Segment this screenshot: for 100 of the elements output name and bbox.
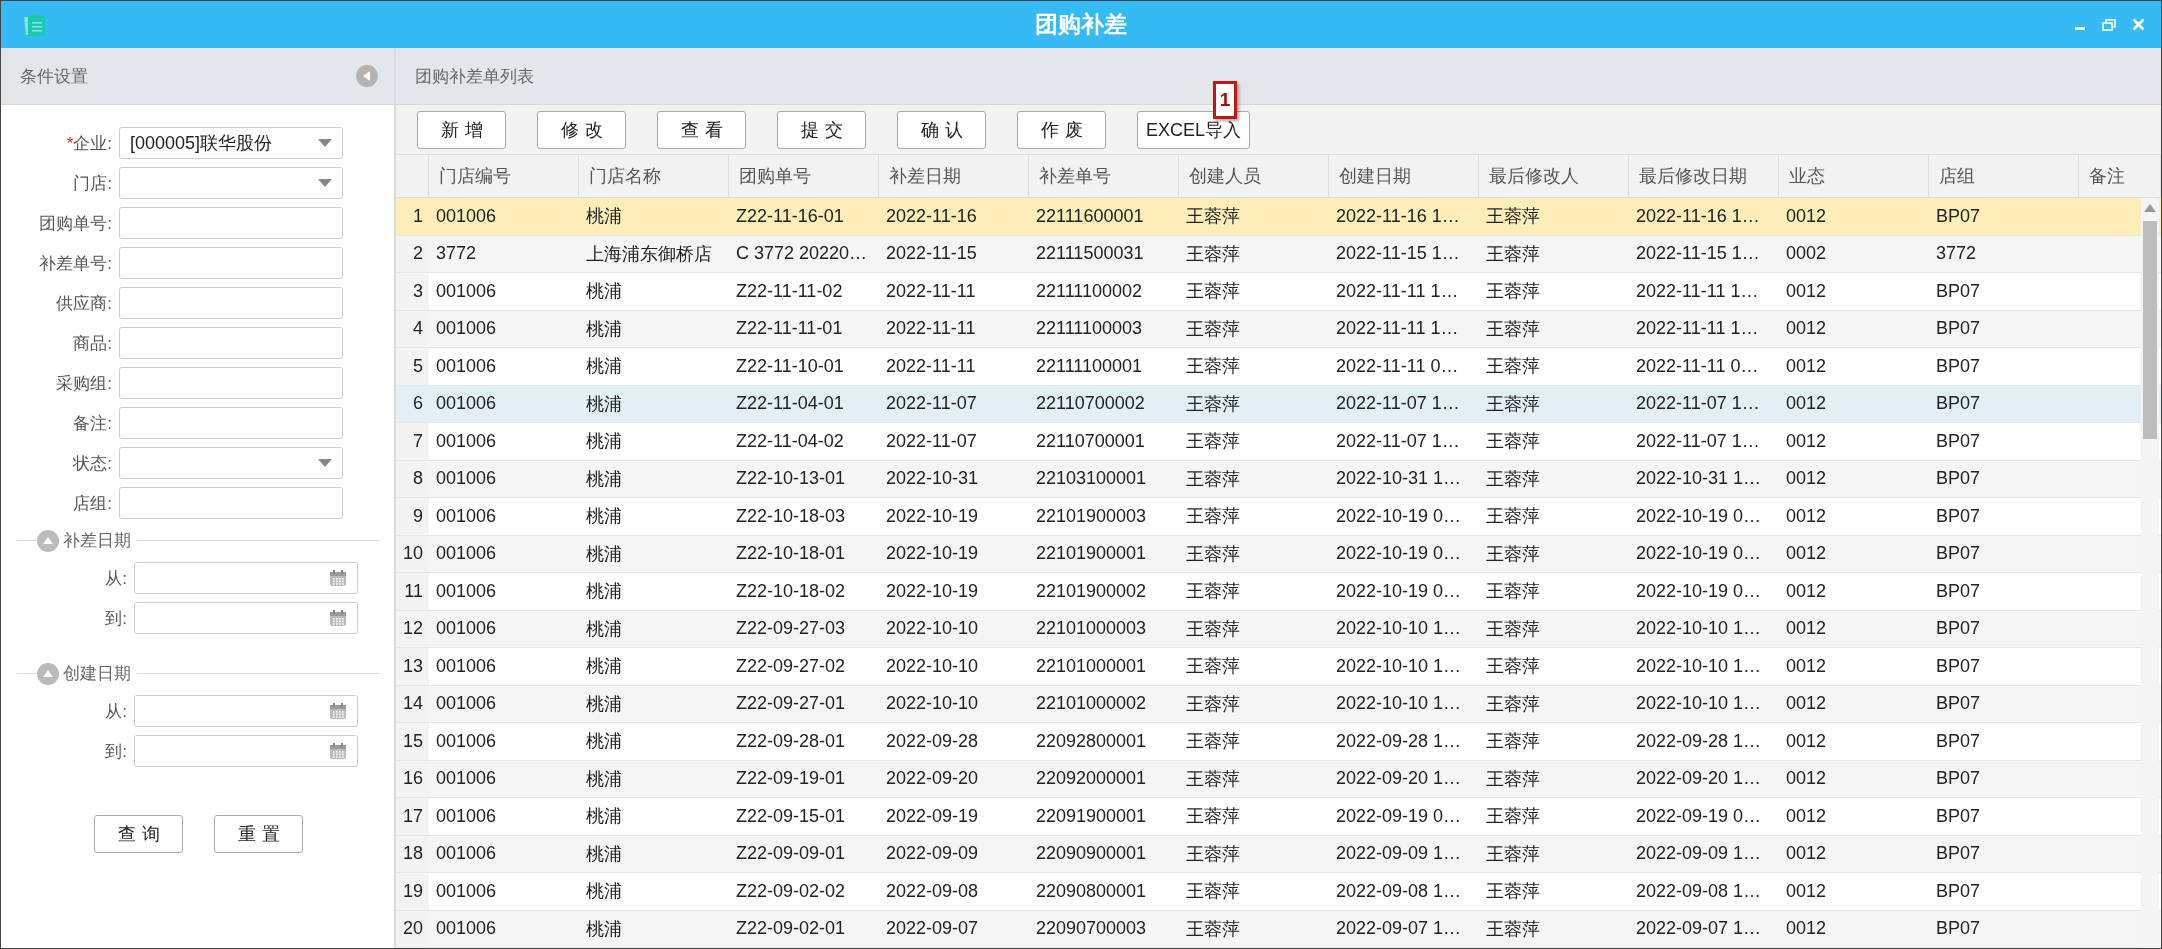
table-cell: Z22-09-28-01 <box>729 723 879 761</box>
table-cell: 桃浦 <box>579 310 729 348</box>
table-row[interactable]: 8 001006 桃浦 Z22-10-13-01 2022-10-31 22103100001 王蓉萍 2022-10-31 1… 王蓉萍 2022-10-31 1… 0012 BP07 <box>396 460 2161 498</box>
toolbar-button[interactable]: 新增 <box>417 110 506 149</box>
scrollbar[interactable] <box>2141 198 2159 948</box>
column-header[interactable]: 业态 <box>1779 155 1929 198</box>
table-cell: 桃浦 <box>579 610 729 648</box>
toolbar-button[interactable]: 作废 <box>1017 110 1106 149</box>
toolbar-button[interactable]: 查看 <box>657 110 746 149</box>
table-cell: 22101900001 <box>1029 535 1179 573</box>
field-label: 门店: <box>72 172 113 195</box>
table-cell: 王蓉萍 <box>1479 610 1629 648</box>
table-cell: 桃浦 <box>579 535 729 573</box>
restore-icon[interactable] <box>2102 18 2116 31</box>
toolbar-button[interactable]: 确认 <box>897 110 986 149</box>
table-cell: BP07 <box>1929 460 2079 498</box>
dropdown-caret-icon[interactable] <box>318 139 332 147</box>
scroll-thumb[interactable] <box>2143 221 2157 439</box>
column-header[interactable]: 门店编号 <box>429 155 579 198</box>
table-row[interactable]: 12 001006 桃浦 Z22-09-27-03 2022-10-10 22101000003 王蓉萍 2022-10-10 1… 王蓉萍 2022-10-10 1… 0012 BP07 <box>396 610 2161 648</box>
field-label: 补差单号: <box>38 252 113 275</box>
table-cell: 2022-09-08 <box>879 873 1029 911</box>
table-row[interactable]: 6 001006 桃浦 Z22-11-04-01 2022-11-07 22110700002 王蓉萍 2022-11-07 1… 王蓉萍 2022-11-07 1… 0012 BP07 <box>396 385 2161 423</box>
table-cell: 王蓉萍 <box>1179 460 1329 498</box>
collapse-left-icon[interactable] <box>356 65 378 87</box>
table-cell: Z22-11-11-02 <box>729 273 879 311</box>
toolbar-button[interactable]: EXCEL导入 <box>1137 110 1251 149</box>
dropdown-caret-icon[interactable] <box>318 459 332 467</box>
collapse-up-icon[interactable] <box>37 529 59 552</box>
row-number: 3 <box>396 273 429 311</box>
calendar-icon[interactable] <box>329 742 347 760</box>
table-cell: 001006 <box>429 610 579 648</box>
table-row[interactable]: 14 001006 桃浦 Z22-09-27-01 2022-10-10 22101000002 王蓉萍 2022-10-10 1… 王蓉萍 2022-10-10 1… 0012 BP07 <box>396 685 2161 723</box>
calendar-icon[interactable] <box>329 702 347 720</box>
column-header[interactable]: 门店名称 <box>579 155 729 198</box>
section-title: 创建日期 <box>63 663 131 685</box>
column-header[interactable]: 创建日期 <box>1329 155 1479 198</box>
input-field[interactable] <box>119 367 343 399</box>
toolbar-button[interactable]: 修改 <box>537 110 626 149</box>
table-cell: 0012 <box>1779 310 1929 348</box>
table-cell: 2022-09-20 1… <box>1629 760 1779 798</box>
table-cell: 2022-11-11 1… <box>1329 310 1479 348</box>
table-cell: 22101000003 <box>1029 610 1179 648</box>
date-field[interactable] <box>134 735 358 767</box>
calendar-icon[interactable] <box>329 569 347 587</box>
column-header[interactable]: 店组 <box>1929 155 2079 198</box>
column-header[interactable]: 最后修改日期 <box>1629 155 1779 198</box>
date-field[interactable] <box>134 562 358 594</box>
column-header[interactable]: 备注 <box>2079 155 2161 198</box>
row-number: 19 <box>396 873 429 911</box>
table-cell: 2022-10-19 <box>879 535 1029 573</box>
table-cell: 王蓉萍 <box>1179 798 1329 836</box>
column-header[interactable]: 团购单号 <box>729 155 879 198</box>
close-icon[interactable] <box>2132 18 2145 31</box>
input-field[interactable] <box>119 287 343 319</box>
scroll-up-icon[interactable] <box>2144 204 2156 212</box>
input-field[interactable] <box>119 207 343 239</box>
table-row[interactable]: 10 001006 桃浦 Z22-10-18-01 2022-10-19 22101900001 王蓉萍 2022-10-19 0… 王蓉萍 2022-10-19 0… 0012 BP07 <box>396 535 2161 573</box>
input-field[interactable] <box>119 487 343 519</box>
dropdown-field[interactable] <box>119 447 343 479</box>
table-cell: 2022-10-10 1… <box>1329 648 1479 686</box>
table-cell: Z22-09-27-01 <box>729 685 879 723</box>
dropdown-field[interactable] <box>119 167 343 199</box>
table-cell: 2022-10-19 <box>879 573 1029 611</box>
table-row[interactable]: 20 001006 桃浦 Z22-09-02-01 2022-09-07 22090700003 王蓉萍 2022-09-07 1… 王蓉萍 2022-09-07 1… 0012 BP07 <box>396 910 2161 948</box>
field-label: 商品: <box>72 332 113 355</box>
table-cell: 2022-10-19 0… <box>1629 573 1779 611</box>
input-field[interactable] <box>119 327 343 359</box>
column-header[interactable]: 最后修改人 <box>1479 155 1629 198</box>
dropdown-caret-icon[interactable] <box>318 179 332 187</box>
column-header[interactable]: 补差日期 <box>879 155 1029 198</box>
table-row[interactable]: 1 001006 桃浦 Z22-11-16-01 2022-11-16 22111600001 王蓉萍 2022-11-16 1… 王蓉萍 2022-11-16 1… 0012 BP07 <box>396 198 2161 236</box>
input-field[interactable] <box>119 407 343 439</box>
collapse-up-icon[interactable] <box>37 662 59 685</box>
table-cell: 2022-09-20 <box>879 760 1029 798</box>
table-cell: 2022-10-10 <box>879 685 1029 723</box>
table-row[interactable]: 4 001006 桃浦 Z22-11-11-01 2022-11-11 22111100003 王蓉萍 2022-11-11 1… 王蓉萍 2022-11-11 1… 0012 BP07 <box>396 310 2161 348</box>
reset-button[interactable]: 重置 <box>214 815 303 853</box>
date-field[interactable] <box>134 695 358 727</box>
date-field[interactable] <box>134 602 358 634</box>
row-number: 15 <box>396 723 429 761</box>
column-header[interactable]: 补差单号 <box>1029 155 1179 198</box>
table-cell: 桃浦 <box>579 798 729 836</box>
toolbar-button[interactable]: 提交 <box>777 110 866 149</box>
dropdown-field[interactable]: [000005]联华股份 <box>119 127 343 159</box>
table-cell: C 3772 20220… <box>729 235 879 273</box>
calendar-icon[interactable] <box>329 609 347 627</box>
field-label: 从: <box>104 567 128 590</box>
table-cell: 001006 <box>429 498 579 536</box>
table-row[interactable]: 2 3772 上海浦东御桥店 C 3772 20220… 2022-11-15 22111500031 王蓉萍 2022-11-15 1… 王蓉萍 2022-11-15 1… 0002 3772 <box>396 235 2161 273</box>
table-cell: 22090800001 <box>1029 873 1179 911</box>
table-row[interactable]: 16 001006 桃浦 Z22-09-19-01 2022-09-20 22092000001 王蓉萍 2022-09-20 1… 王蓉萍 2022-09-20 1… 0012 BP07 <box>396 760 2161 798</box>
table-cell: 2022-09-08 1… <box>1329 873 1479 911</box>
column-header[interactable]: 创建人员 <box>1179 155 1329 198</box>
table-cell: 桃浦 <box>579 198 729 236</box>
input-field[interactable] <box>119 247 343 279</box>
notebook-icon <box>23 13 47 36</box>
table-row[interactable]: 18 001006 桃浦 Z22-09-09-01 2022-09-09 22090900001 王蓉萍 2022-09-09 1… 王蓉萍 2022-09-09 1… 0012 BP07 <box>396 835 2161 873</box>
table-cell: 2022-11-15 1… <box>1629 235 1779 273</box>
query-button[interactable]: 查询 <box>94 815 183 853</box>
